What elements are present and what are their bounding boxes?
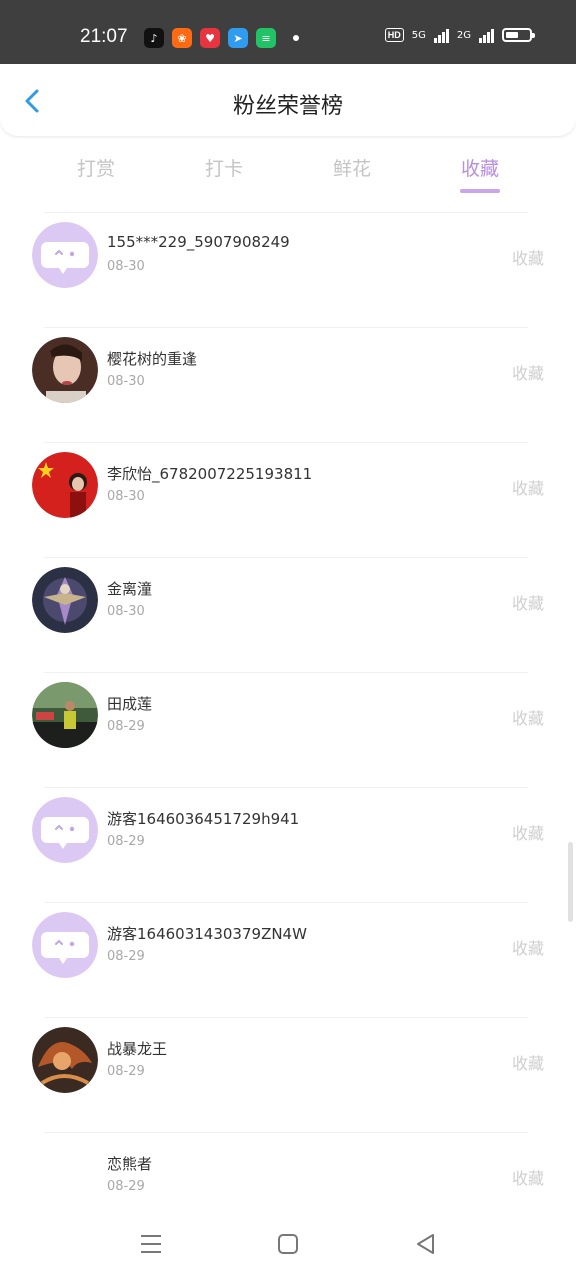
net1-label: 5G [411, 29, 426, 41]
tab-label: 打卡 [204, 158, 243, 180]
flag-photo-avatar[interactable] [32, 452, 98, 518]
row-divider [44, 1017, 528, 1018]
row-divider [44, 442, 528, 443]
fan-date: 08-30 [107, 489, 145, 504]
fan-date: 08-29 [107, 834, 145, 849]
fan-date: 08-29 [107, 1064, 145, 1079]
action-type-label: 收藏 [511, 479, 544, 498]
fan-date: 08-30 [107, 259, 145, 274]
battery-icon [502, 28, 535, 42]
action-type-label: 收藏 [511, 824, 544, 843]
row-divider [44, 327, 528, 328]
list-item[interactable]: 游客1646036451729h941 08-29 收藏 [0, 787, 576, 902]
more-notifications-dot [293, 35, 299, 41]
action-type-label: 收藏 [511, 1169, 544, 1188]
tab-underline [460, 189, 500, 193]
tab-reward[interactable]: 打赏 [46, 154, 146, 181]
fan-name: 田成莲 [107, 695, 153, 713]
default-chat-avatar[interactable] [32, 797, 98, 863]
signal-5g-icon [433, 27, 449, 43]
fan-name: 金离潼 [107, 580, 153, 598]
list-item[interactable]: 游客1646031430379ZN4W 08-29 收藏 [0, 902, 576, 1017]
tab-favorites[interactable]: 收藏 [430, 154, 530, 193]
action-type-label: 收藏 [511, 249, 544, 268]
system-icons: HD 5G 2G [384, 27, 535, 43]
list-item[interactable]: 田成莲 08-29 收藏 [0, 672, 576, 787]
fan-date: 08-29 [107, 1179, 145, 1194]
fan-name: 李欣怡_6782007225193811 [107, 465, 313, 483]
tab-flowers[interactable]: 鲜花 [302, 154, 402, 181]
page-title: 粉丝荣誉榜 [232, 94, 343, 119]
row-divider [44, 557, 528, 558]
tab-label: 鲜花 [332, 158, 371, 180]
tab-bar: 打赏 打卡 鲜花 收藏 [0, 136, 576, 202]
row-divider [44, 787, 528, 788]
fan-date: 08-30 [107, 374, 145, 389]
list-item[interactable]: 樱花树的重逢 08-30 收藏 [0, 327, 576, 442]
dragon-art-avatar[interactable] [32, 1027, 98, 1093]
back-triangle-icon[interactable] [414, 1232, 438, 1256]
fan-date: 08-29 [107, 719, 145, 734]
action-type-label: 收藏 [511, 364, 544, 383]
photo-avatar[interactable] [32, 337, 98, 403]
row-divider [44, 672, 528, 673]
system-nav-bar [0, 1214, 576, 1280]
hd-icon: HD [384, 28, 404, 42]
fan-date: 08-30 [107, 604, 145, 619]
default-chat-avatar[interactable] [32, 912, 98, 978]
fan-name: 155***229_5907908249 [107, 233, 290, 251]
row-divider [44, 1132, 528, 1133]
fan-name: 游客1646036451729h941 [107, 810, 300, 828]
battery-fill [506, 32, 518, 38]
outdoor-photo-avatar[interactable] [32, 682, 98, 748]
fan-date: 08-29 [107, 949, 145, 964]
default-chat-avatar[interactable] [32, 222, 98, 288]
menu-icon[interactable] [139, 1232, 163, 1256]
heart-app-icon: ♥ [200, 28, 220, 48]
action-type-label: 收藏 [511, 594, 544, 613]
tiktok-icon: ♪ [144, 28, 164, 48]
tab-label: 打赏 [76, 158, 115, 180]
notification-icons: ♪ ❀ ♥ ➤ ≡ [144, 28, 276, 48]
game-art-avatar[interactable] [32, 567, 98, 633]
list-item[interactable]: 战暴龙王 08-29 收藏 [0, 1017, 576, 1132]
action-type-label: 收藏 [511, 1054, 544, 1073]
row-divider [44, 902, 528, 903]
fan-name: 恋熊者 [107, 1155, 153, 1173]
net2-label: 2G [456, 29, 471, 41]
fan-name: 樱花树的重逢 [107, 350, 198, 368]
home-icon[interactable] [276, 1232, 300, 1256]
list-item[interactable]: 李欣怡_6782007225193811 08-30 收藏 [0, 442, 576, 557]
scrollbar[interactable] [568, 842, 573, 922]
blank-avatar[interactable] [32, 1142, 98, 1208]
fan-name: 游客1646031430379ZN4W [107, 925, 307, 943]
header-bar: 粉丝荣誉榜 [0, 64, 576, 136]
tab-label: 收藏 [460, 158, 499, 180]
app-orange-icon: ❀ [172, 28, 192, 48]
tab-checkin[interactable]: 打卡 [174, 154, 274, 181]
list-item[interactable]: 金离潼 08-30 收藏 [0, 557, 576, 672]
status-bar: 21:07 ♪ ❀ ♥ ➤ ≡ HD 5G 2G [0, 0, 576, 64]
send-app-icon: ➤ [228, 28, 248, 48]
fan-list: 155***229_5907908249 08-30 收藏 樱花树的重逢 08-… [0, 212, 576, 1247]
fan-name: 战暴龙王 [107, 1040, 168, 1058]
action-type-label: 收藏 [511, 709, 544, 728]
status-time: 21:07 [80, 26, 128, 47]
green-app-icon: ≡ [256, 28, 276, 48]
action-type-label: 收藏 [511, 939, 544, 958]
signal-2g-icon [479, 27, 494, 43]
row-divider [44, 212, 528, 213]
list-item[interactable]: 155***229_5907908249 08-30 收藏 [0, 212, 576, 327]
